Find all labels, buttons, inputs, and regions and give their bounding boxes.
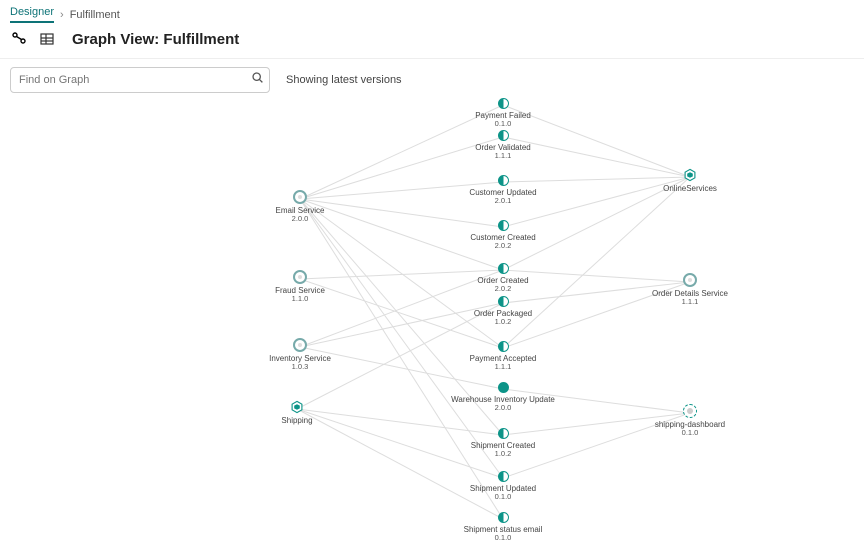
graph-node-shippingDashboard[interactable]: shipping-dashboard0.1.0: [630, 404, 750, 438]
graph-node-orderValidated[interactable]: Order Validated1.1.1: [443, 130, 563, 161]
event-icon: [498, 471, 509, 482]
graph-node-paymentAccepted[interactable]: Payment Accepted1.1.1: [443, 341, 563, 372]
graph-node-orderCreated[interactable]: Order Created2.0.2: [443, 263, 563, 294]
breadcrumb-root[interactable]: Designer: [10, 6, 54, 23]
graph-node-orderPackaged[interactable]: Order Packaged1.0.2: [443, 296, 563, 327]
graph-canvas[interactable]: Email Service2.0.0 Fraud Service1.1.0 Inve…: [0, 80, 864, 538]
service-icon: [683, 273, 697, 287]
event-icon: [498, 130, 509, 141]
page-title: Graph View: Fulfillment: [72, 31, 239, 48]
event-icon: [498, 512, 509, 523]
toolbar: Graph View: Fulfillment: [0, 26, 864, 59]
node-version: 2.0.0: [240, 215, 360, 224]
graph-node-shipmentCreated[interactable]: Shipment Created1.0.2: [443, 428, 563, 459]
graph-edges: [0, 80, 864, 538]
event-icon: [498, 428, 509, 439]
event-icon: [498, 175, 509, 186]
graph-node-shipmentStatusEmail[interactable]: Shipment status email0.1.0: [443, 512, 563, 543]
node-version: 1.1.1: [630, 298, 750, 307]
graph-node-customerCreated[interactable]: Customer Created2.0.2: [443, 220, 563, 251]
breadcrumb-current: Fulfillment: [70, 9, 120, 21]
event-icon: [498, 296, 509, 307]
event-icon: [498, 98, 509, 109]
node-version: 1.1.1: [443, 152, 563, 161]
event-icon: [498, 341, 509, 352]
dashboard-icon: [683, 404, 697, 418]
node-version: 1.1.0: [240, 295, 360, 304]
node-label: Shipping: [237, 416, 357, 425]
graph-node-inventoryService[interactable]: Inventory Service1.0.3: [240, 338, 360, 372]
table-view-icon[interactable]: [38, 30, 56, 48]
node-version: 1.0.2: [443, 450, 563, 459]
node-version: 0.1.0: [443, 120, 563, 129]
graph-node-fraudService[interactable]: Fraud Service1.1.0: [240, 270, 360, 304]
event-solid-icon: [498, 382, 509, 393]
node-label: OnlineServices: [630, 184, 750, 193]
node-version: 2.0.0: [443, 404, 563, 413]
graph-node-shipping[interactable]: Shipping: [237, 400, 357, 425]
event-icon: [498, 220, 509, 231]
breadcrumb: Designer › Fulfillment: [0, 0, 864, 26]
node-version: 0.1.0: [443, 534, 563, 543]
chevron-right-icon: ›: [60, 9, 64, 21]
node-version: 2.0.2: [443, 242, 563, 251]
graph-node-emailService[interactable]: Email Service2.0.0: [240, 190, 360, 224]
node-version: 0.1.0: [630, 429, 750, 438]
graph-node-orderDetailsService[interactable]: Order Details Service1.1.1: [630, 273, 750, 307]
service-icon: [293, 338, 307, 352]
node-version: 1.0.2: [443, 318, 563, 327]
node-version: 1.1.1: [443, 363, 563, 372]
graph-node-shipmentUpdated[interactable]: Shipment Updated0.1.0: [443, 471, 563, 502]
graph-node-warehouseInvUpdate[interactable]: Warehouse Inventory Update2.0.0: [443, 382, 563, 413]
module-hex-icon: [290, 400, 304, 414]
graph-view-icon[interactable]: [10, 30, 28, 48]
graph-node-onlineServices[interactable]: OnlineServices: [630, 168, 750, 193]
graph-node-paymentFailed[interactable]: Payment Failed0.1.0: [443, 98, 563, 129]
node-version: 1.0.3: [240, 363, 360, 372]
event-icon: [498, 263, 509, 274]
service-icon: [293, 190, 307, 204]
module-hex-icon: [683, 168, 697, 182]
graph-node-customerUpdated[interactable]: Customer Updated2.0.1: [443, 175, 563, 206]
service-icon: [293, 270, 307, 284]
node-version: 2.0.2: [443, 285, 563, 294]
node-version: 0.1.0: [443, 493, 563, 502]
node-version: 2.0.1: [443, 197, 563, 206]
